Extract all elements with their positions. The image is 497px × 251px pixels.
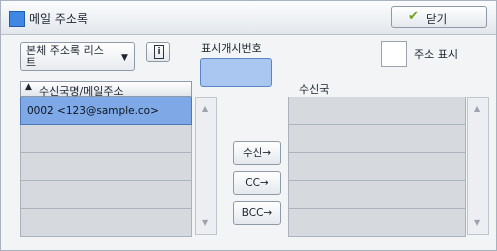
list-item[interactable] [288, 97, 466, 125]
recipients-scrollbar[interactable]: ▲ ▼ [467, 97, 489, 235]
scroll-down-icon[interactable]: ▼ [474, 218, 480, 227]
list-item[interactable]: 0002 <123@sample.co> [20, 97, 192, 125]
show-address-label: 주소 표시 [414, 48, 458, 61]
to-button[interactable]: 수신→ [233, 141, 281, 165]
chevron-down-icon: ▼ [121, 53, 128, 63]
list-item[interactable] [20, 181, 192, 209]
address-book-dropdown[interactable]: 본체 주소록 리스트 ▼ [20, 42, 135, 71]
scroll-up-icon[interactable]: ▲ [474, 104, 480, 113]
list-item[interactable] [288, 153, 466, 181]
address-list-scrollbar[interactable]: ▲ ▼ [195, 97, 217, 235]
recipients-list [288, 97, 466, 237]
address-book-icon [9, 11, 25, 27]
recipients-label: 수신국 [299, 83, 330, 96]
list-item[interactable] [20, 125, 192, 153]
close-button-label: 닫기 [426, 12, 448, 26]
window-title: 메일 주소록 [29, 12, 89, 26]
start-number-field[interactable] [200, 58, 272, 87]
show-address-checkbox[interactable] [381, 41, 407, 67]
start-number-label: 표시개시번호 [201, 42, 262, 55]
close-button[interactable]: ✔ 닫기 [391, 6, 487, 28]
address-list: 0002 <123@sample.co> [20, 97, 192, 237]
list-item[interactable] [20, 209, 192, 237]
sort-up-icon: ▲ [25, 82, 32, 92]
list-item[interactable] [288, 181, 466, 209]
title-bar: 메일 주소록 ✔ 닫기 [1, 1, 496, 35]
list-column-header[interactable]: ▲ 수신국명/메일주소 [20, 81, 192, 98]
info-icon: i [154, 45, 164, 59]
cc-button[interactable]: CC→ [233, 171, 281, 195]
scroll-up-icon[interactable]: ▲ [202, 104, 208, 113]
list-item[interactable] [20, 153, 192, 181]
info-button[interactable]: i [146, 42, 170, 62]
bcc-button[interactable]: BCC→ [233, 201, 281, 225]
address-book-dialog: 메일 주소록 ✔ 닫기 본체 주소록 리스트 ▼ i 표시개시번호 주소 표시 … [0, 0, 497, 251]
scroll-down-icon[interactable]: ▼ [202, 218, 208, 227]
list-item[interactable] [288, 209, 466, 237]
list-item[interactable] [288, 125, 466, 153]
checkmark-icon: ✔ [408, 9, 419, 24]
address-book-selected: 본체 주소록 리스트 [26, 44, 104, 69]
